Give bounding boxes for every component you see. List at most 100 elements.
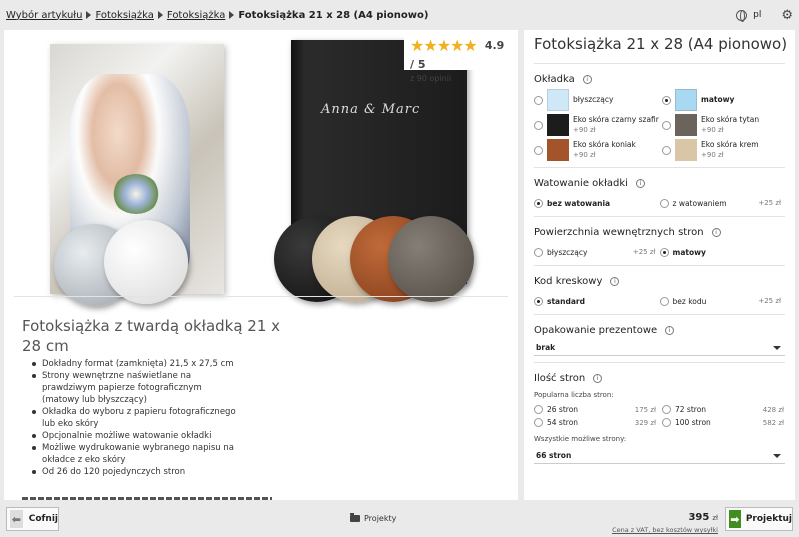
cover-option-cognac-leather[interactable]: Eko skóra koniak +90 zł xyxy=(534,139,662,161)
total-price: 395 xyxy=(688,512,710,523)
bottom-bar: ⬅ Cofnij Projekty 395 zł Cena z VAT, bez … xyxy=(0,500,799,537)
radio-button[interactable] xyxy=(659,296,669,306)
cover-thumb xyxy=(547,139,569,161)
barcode-section-label: Kod kreskowy i xyxy=(534,274,785,288)
globe-icon[interactable] xyxy=(736,9,748,22)
barcode-option-none[interactable]: bez kodu +25 zł xyxy=(659,296,786,306)
radio-button[interactable] xyxy=(534,198,543,208)
surface-options: błyszczący +25 zł matowy xyxy=(534,245,785,259)
breadcrumb-chevron-icon xyxy=(86,11,92,19)
back-button[interactable]: ⬅ Cofnij xyxy=(6,507,59,531)
cover-options: błyszczący matowy Eko skóra czarny szafi… xyxy=(534,89,785,161)
cover-engraving-text: Anna & Marc xyxy=(321,102,421,117)
info-icon[interactable]: i xyxy=(635,178,645,188)
topbar-actions: pl ⚙ xyxy=(736,8,793,23)
titan-leather-swatch xyxy=(388,216,474,302)
vat-info-link[interactable]: Cena z VAT, bez kosztów wysyłki xyxy=(608,526,718,534)
divider xyxy=(534,265,785,266)
radio-button[interactable] xyxy=(534,247,543,257)
cover-thumb xyxy=(547,89,569,111)
cover-option-titan-leather[interactable]: Eko skóra tytan +90 zł xyxy=(662,114,790,136)
radio-button[interactable] xyxy=(662,418,671,427)
cover-option-cream-leather[interactable]: Eko skóra krem +90 zł xyxy=(662,139,790,161)
breadcrumb-item-photobook[interactable]: Fotoksiążka xyxy=(95,10,153,21)
language-label[interactable]: pl xyxy=(753,10,761,20)
config-title: Fotoksiążka 21 x 28 (A4 pionowo) xyxy=(534,35,788,53)
cover-thumb xyxy=(675,139,697,161)
info-icon[interactable]: i xyxy=(593,373,603,383)
pages-options: 26 stron 175 zł 72 stron 428 zł 54 stron 32… xyxy=(534,403,785,429)
white-swatch xyxy=(104,220,188,304)
pages-option-54[interactable]: 54 stron 329 zł xyxy=(534,416,662,429)
divider xyxy=(534,314,785,315)
all-pages-label: Wszystkie możliwe strony: xyxy=(534,435,627,443)
arrow-left-icon: ⬅ xyxy=(10,510,23,528)
rating-box[interactable]: ★★★★★ 4.9 / 5 z 90 opinii xyxy=(404,32,518,83)
design-button[interactable]: ➡ Projektuj xyxy=(725,507,793,531)
cover-option-black-leather[interactable]: Eko skóra czarny szafir +90 zł xyxy=(534,114,662,136)
surface-option-matte[interactable]: matowy xyxy=(659,247,786,257)
divider xyxy=(534,362,785,363)
info-icon[interactable]: i xyxy=(610,276,620,286)
info-icon[interactable]: i xyxy=(711,227,721,237)
radio-button[interactable] xyxy=(534,120,543,130)
divider xyxy=(14,296,508,297)
pages-option-72[interactable]: 72 stron 428 zł xyxy=(662,403,790,416)
radio-button[interactable] xyxy=(534,296,543,306)
breadcrumb-item-photobook-2[interactable]: Fotoksiążka xyxy=(167,10,225,21)
rating-review-count: z 90 opinii xyxy=(410,74,452,83)
barcode-option-standard[interactable]: standard xyxy=(534,296,660,306)
gift-section-label: Opakowanie prezentowe i xyxy=(534,323,785,337)
breadcrumb-current: Fotoksiążka 21 x 28 (A4 pionowo) xyxy=(238,9,429,21)
cover-thumb xyxy=(675,114,697,136)
breadcrumb-chevron-icon xyxy=(229,11,235,19)
padding-options: bez watowania z watowaniem +25 zł xyxy=(534,196,785,210)
pages-select[interactable]: 66 stron xyxy=(534,448,785,464)
feature-list: Dokładny format (zamknięta) 21,5 x 27,5 … xyxy=(30,358,240,478)
cover-option-matte[interactable]: matowy xyxy=(662,89,790,111)
info-icon[interactable]: i xyxy=(582,74,592,84)
projects-link[interactable]: Projekty xyxy=(350,513,396,523)
bouquet-image xyxy=(112,174,160,214)
radio-button[interactable] xyxy=(659,247,669,257)
radio-button[interactable] xyxy=(662,120,671,130)
pages-option-26[interactable]: 26 stron 175 zł xyxy=(534,403,662,416)
feature-item: Możliwe wydrukowanie wybranego napisu na… xyxy=(30,442,240,466)
arrow-right-icon: ➡ xyxy=(729,510,741,528)
feature-item: Opcjonalnie możliwe watowanie okładki xyxy=(30,430,240,442)
price-box: 395 zł Cena z VAT, bez kosztów wysyłki xyxy=(608,505,718,534)
radio-button[interactable] xyxy=(534,95,543,105)
surface-option-glossy[interactable]: błyszczący +25 zł xyxy=(534,247,660,257)
radio-button[interactable] xyxy=(534,418,543,427)
padding-section-label: Watowanie okładki i xyxy=(534,176,785,190)
cover-thumb xyxy=(547,114,569,136)
padding-option-padded[interactable]: z watowaniem +25 zł xyxy=(659,198,786,208)
gift-select[interactable]: brak xyxy=(534,340,785,356)
feature-item: Okładka do wyboru z papieru fotograficzn… xyxy=(30,406,240,430)
radio-button[interactable] xyxy=(662,95,671,105)
star-rating-icon: ★★★★★ xyxy=(410,36,478,55)
radio-button[interactable] xyxy=(662,405,671,414)
cover-thumb xyxy=(675,89,697,111)
feature-item: Strony wewnętrzne naświetlane na prawdzi… xyxy=(30,370,240,406)
feature-item: Dokładny format (zamknięta) 21,5 x 27,5 … xyxy=(30,358,240,370)
breadcrumb-chevron-icon xyxy=(157,11,163,19)
radio-button[interactable] xyxy=(534,145,543,155)
divider xyxy=(534,63,785,64)
price-currency: zł xyxy=(712,514,718,522)
radio-button[interactable] xyxy=(659,198,669,208)
gear-icon[interactable]: ⚙ xyxy=(781,8,793,23)
padding-option-none[interactable]: bez watowania xyxy=(534,198,660,208)
cover-option-glossy[interactable]: błyszczący xyxy=(534,89,662,111)
breadcrumb-item-article[interactable]: Wybór artykułu xyxy=(6,10,82,21)
radio-button[interactable] xyxy=(534,405,543,414)
pages-option-100[interactable]: 100 stron 582 zł xyxy=(662,416,790,429)
product-title: Fotoksiążka z twardą okładką 21 x 28 cm xyxy=(22,317,281,355)
barcode-options: standard bez kodu +25 zł xyxy=(534,294,785,308)
divider xyxy=(534,167,785,168)
radio-button[interactable] xyxy=(662,145,671,155)
config-panel: Fotoksiążka 21 x 28 (A4 pionowo) Okładka… xyxy=(524,30,795,500)
info-icon[interactable]: i xyxy=(665,325,675,335)
surface-section-label: Powierzchnia wewnętrznych stron i xyxy=(534,225,785,239)
pages-section-label: Ilość stron i xyxy=(534,371,785,385)
